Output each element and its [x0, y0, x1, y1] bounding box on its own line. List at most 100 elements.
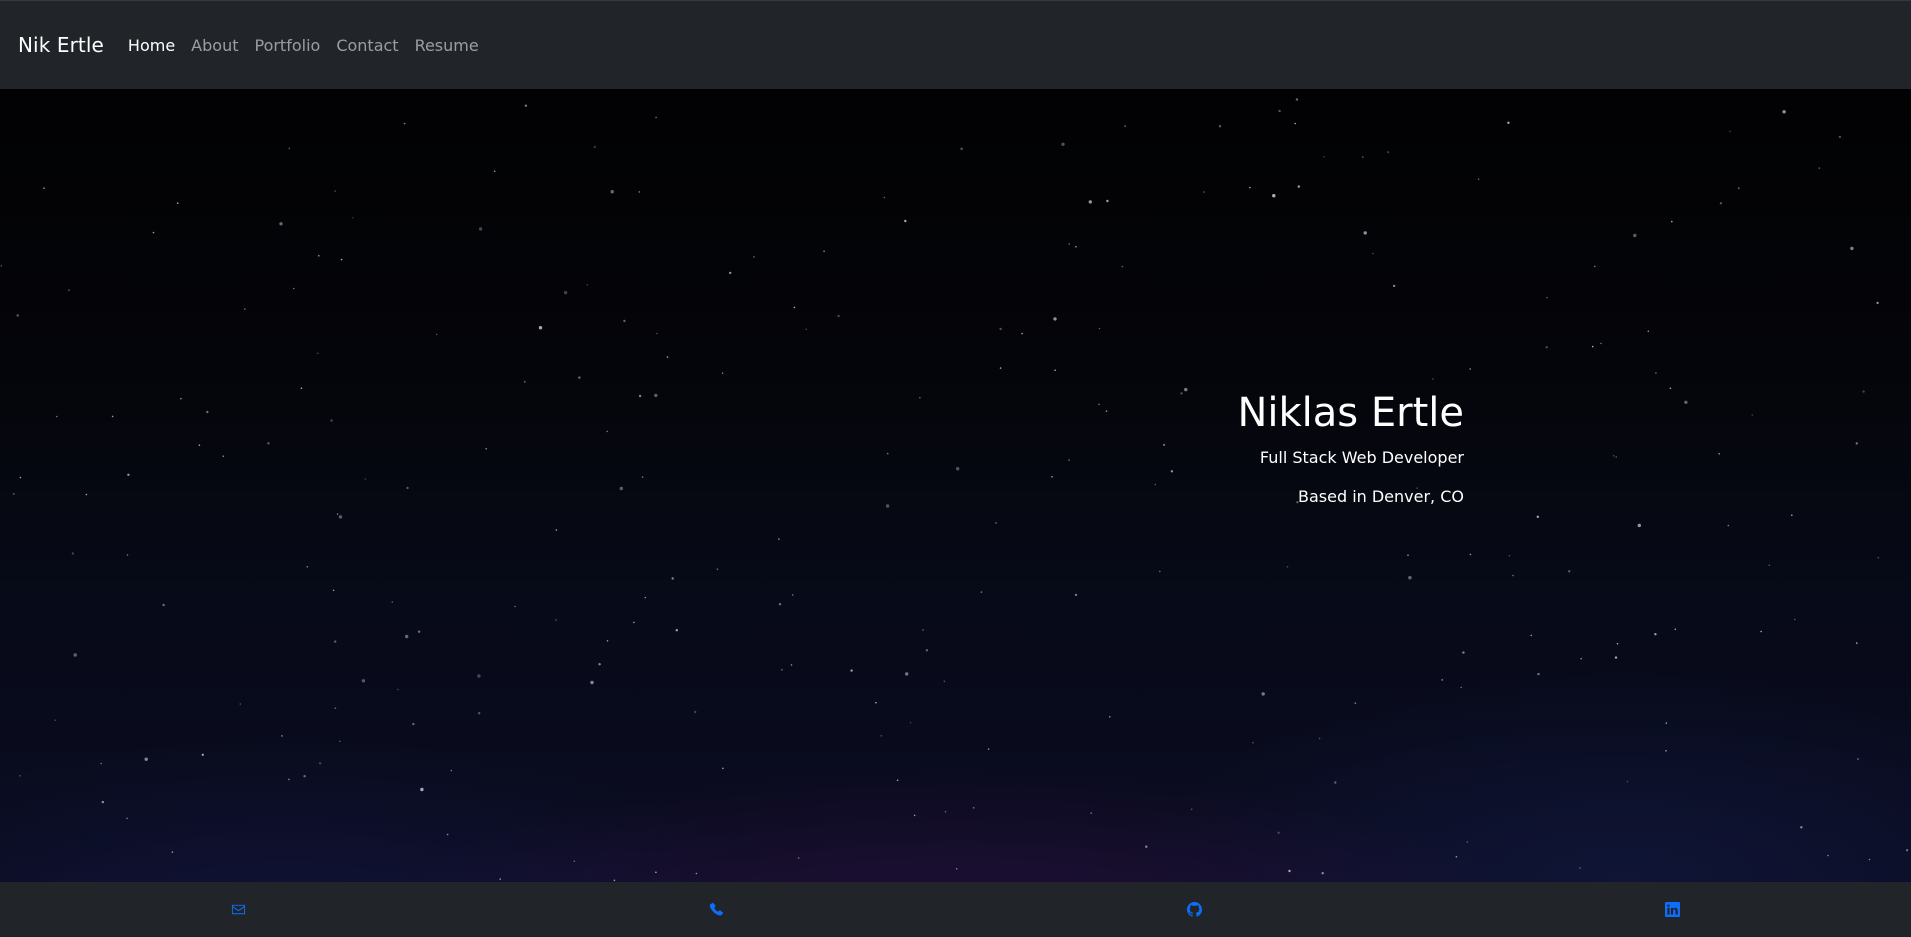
- star: [1905, 849, 1909, 852]
- star: [619, 486, 623, 491]
- star: [1655, 372, 1657, 374]
- star: [1054, 369, 1056, 372]
- star: [71, 552, 75, 555]
- star: [722, 767, 724, 770]
- star: [478, 712, 481, 715]
- star: [1294, 122, 1296, 125]
- star: [1877, 556, 1880, 559]
- star: [1568, 570, 1571, 573]
- star: [19, 476, 22, 479]
- star: [538, 326, 543, 330]
- brand-link[interactable]: Nik Ertle: [18, 33, 104, 57]
- star: [499, 878, 502, 880]
- star: [478, 227, 483, 231]
- star: [753, 256, 755, 258]
- star: [1654, 633, 1657, 636]
- star: [606, 430, 608, 433]
- star: [19, 775, 21, 777]
- footer: [0, 882, 1911, 937]
- star: [12, 492, 15, 496]
- phone-link[interactable]: [706, 899, 728, 921]
- star: [446, 833, 449, 836]
- star: [1297, 185, 1301, 188]
- star: [1354, 702, 1357, 704]
- star: [694, 710, 697, 714]
- star: [288, 147, 291, 150]
- star: [1738, 187, 1740, 189]
- linkedin-link[interactable]: [1661, 899, 1683, 921]
- star: [675, 629, 678, 632]
- star: [1021, 332, 1023, 335]
- star: [655, 871, 657, 874]
- star: [420, 787, 424, 792]
- star: [334, 640, 337, 643]
- footer-cell-phone: [478, 882, 956, 937]
- nav-link-home[interactable]: Home: [128, 36, 175, 55]
- star: [1218, 125, 1222, 128]
- star: [1109, 716, 1111, 718]
- hero-role: Full Stack Web Developer: [1259, 448, 1464, 467]
- star: [1857, 758, 1859, 760]
- star: [54, 719, 56, 721]
- nav-link-resume[interactable]: Resume: [415, 36, 479, 55]
- star: [1051, 476, 1053, 478]
- star: [1791, 514, 1793, 516]
- star: [1612, 455, 1615, 457]
- star: [885, 504, 890, 508]
- linkedin-icon: [1664, 902, 1680, 917]
- star: [778, 538, 780, 540]
- star: [654, 393, 658, 398]
- star: [1727, 524, 1730, 527]
- star: [1075, 245, 1077, 248]
- star: [1124, 125, 1126, 127]
- star: [1249, 186, 1251, 189]
- star: [198, 444, 201, 447]
- star: [340, 258, 343, 261]
- github-link[interactable]: [1183, 899, 1205, 921]
- star: [573, 860, 576, 862]
- star: [176, 202, 179, 204]
- star: [1850, 246, 1854, 251]
- star: [1407, 554, 1409, 556]
- star: [1088, 200, 1093, 204]
- star: [1170, 470, 1174, 473]
- star: [1105, 410, 1108, 412]
- star: [334, 190, 337, 192]
- hero-name: Niklas Ertle: [1237, 390, 1464, 436]
- star: [896, 779, 899, 782]
- star: [1272, 194, 1276, 198]
- star: [1460, 686, 1462, 689]
- nav-link-portfolio[interactable]: Portfolio: [254, 36, 320, 55]
- star: [1669, 387, 1672, 390]
- nav-link-contact[interactable]: Contact: [336, 36, 398, 55]
- star: [586, 284, 589, 286]
- nav-link-about[interactable]: About: [191, 36, 238, 55]
- star: [1252, 741, 1254, 744]
- star: [281, 735, 283, 737]
- star: [1647, 330, 1650, 333]
- star: [1751, 414, 1754, 416]
- email-link[interactable]: [228, 899, 250, 921]
- star: [919, 396, 921, 399]
- star: [638, 191, 641, 193]
- star: [1323, 155, 1325, 158]
- star: [1637, 523, 1642, 528]
- star: [16, 314, 19, 317]
- star: [391, 601, 394, 603]
- star: [493, 170, 496, 172]
- star: [922, 629, 924, 631]
- star: [1536, 515, 1540, 518]
- star: [1876, 301, 1879, 305]
- navbar: Nik Ertle Home About Portfolio Contact R…: [0, 0, 1911, 89]
- star: [1818, 167, 1821, 169]
- star: [791, 594, 794, 596]
- star: [68, 289, 70, 291]
- star: [905, 672, 909, 676]
- star: [655, 116, 657, 119]
- star: [995, 522, 997, 524]
- star: [339, 740, 341, 743]
- star: [111, 415, 114, 418]
- star: [338, 515, 343, 519]
- star: [666, 356, 669, 358]
- star: [1295, 98, 1299, 101]
